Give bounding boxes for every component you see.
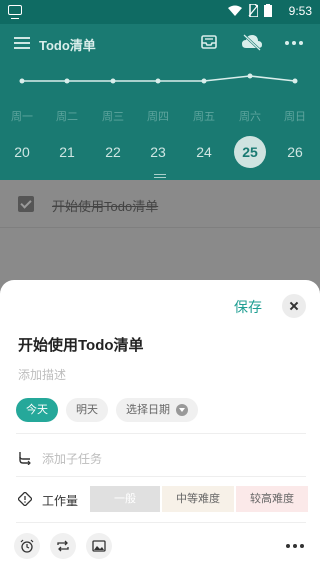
dropdown-icon [176,404,188,416]
workload-row: 工作量 一般 中等难度 较高难度 [18,486,308,512]
task-title-input[interactable]: 开始使用Todo清单 [18,334,144,355]
inbox-icon[interactable] [200,33,218,51]
workload-icon [18,492,32,506]
date-item[interactable]: 22 [97,136,129,168]
drag-handle[interactable] [154,174,166,178]
alarm-icon [20,539,34,553]
subtask-icon [19,452,31,465]
subtask-placeholder: 添加子任务 [42,451,103,466]
trend-point [19,78,25,84]
battery-icon [264,4,272,17]
date-item[interactable]: 25 [234,136,266,168]
weekday-label: 周日 [284,110,306,123]
chip-tomorrow[interactable]: 明天 [66,398,108,422]
weekday-label: 周四 [147,110,169,123]
date-row: 20 21 22 23 24 25 26 [0,136,320,168]
date-item[interactable]: 26 [279,136,311,168]
status-bar: 9:53 [0,0,320,24]
date-item[interactable]: 24 [188,136,220,168]
more-icon[interactable] [286,544,304,548]
trend-point [110,78,116,84]
more-icon[interactable] [285,41,303,45]
date-item[interactable]: 20 [6,136,38,168]
alarm-button[interactable] [14,533,40,559]
divider [16,522,306,523]
menu-icon[interactable] [14,37,30,49]
clock: 9:53 [288,4,312,18]
wifi-icon [228,5,242,16]
workload-option-normal[interactable]: 一般 [90,486,160,512]
weekday-label: 周三 [102,110,124,123]
sim-icon [248,4,258,17]
workload-label: 工作量 [42,494,79,508]
chip-today[interactable]: 今天 [16,398,58,422]
weekday-label: 周二 [56,110,78,123]
date-item[interactable]: 23 [142,136,174,168]
notification-icon [8,5,22,19]
weekday-label: 周一 [11,110,33,123]
cloud-off-icon[interactable] [241,33,263,51]
todo-text: 开始使用Todo清单 [52,199,159,214]
repeat-button[interactable] [50,533,76,559]
save-button[interactable]: 保存 [234,297,262,317]
image-icon [92,540,106,552]
description-input[interactable]: 添加描述 [18,366,66,383]
status-icons [228,4,272,17]
app-title: Todo清单 [39,38,96,53]
todo-list: 开始使用Todo清单 [0,180,320,280]
list-item[interactable]: 开始使用Todo清单 [0,188,320,228]
weekday-row: 周一 周二 周三 周四 周五 周六 周日 [0,108,320,124]
workload-option-hard[interactable]: 较高难度 [236,486,308,512]
trend-point [64,78,70,84]
weekday-label: 周五 [193,110,215,123]
divider [16,433,306,434]
chip-pick-date[interactable]: 选择日期 [116,398,198,422]
trend-point [201,78,207,84]
trend-point [155,78,161,84]
trend-line [19,73,298,84]
trend-point [247,73,253,79]
divider [16,476,306,477]
sheet-actions [14,533,306,559]
repeat-icon [57,540,69,552]
add-subtask-row[interactable]: 添加子任务 [18,448,102,468]
date-item[interactable]: 21 [51,136,83,168]
chip-pick-date-label: 选择日期 [126,403,170,416]
date-chips: 今天 明天 选择日期 [16,398,198,422]
weekday-label: 周六 [239,110,261,123]
workload-option-medium[interactable]: 中等难度 [162,486,234,512]
edit-task-sheet: 保存 开始使用Todo清单 添加描述 今天 明天 选择日期 添加子任务 工作量 … [0,280,320,568]
toolbar: Todo清单 [0,24,320,64]
image-button[interactable] [86,533,112,559]
close-icon[interactable] [282,294,306,318]
trend-point [292,78,298,84]
todo-checkbox[interactable] [18,196,34,212]
app-header: Todo清单 周一 周二 周三 周四 周五 周六 周日 20 21 22 23 24 25 26 [0,24,320,180]
